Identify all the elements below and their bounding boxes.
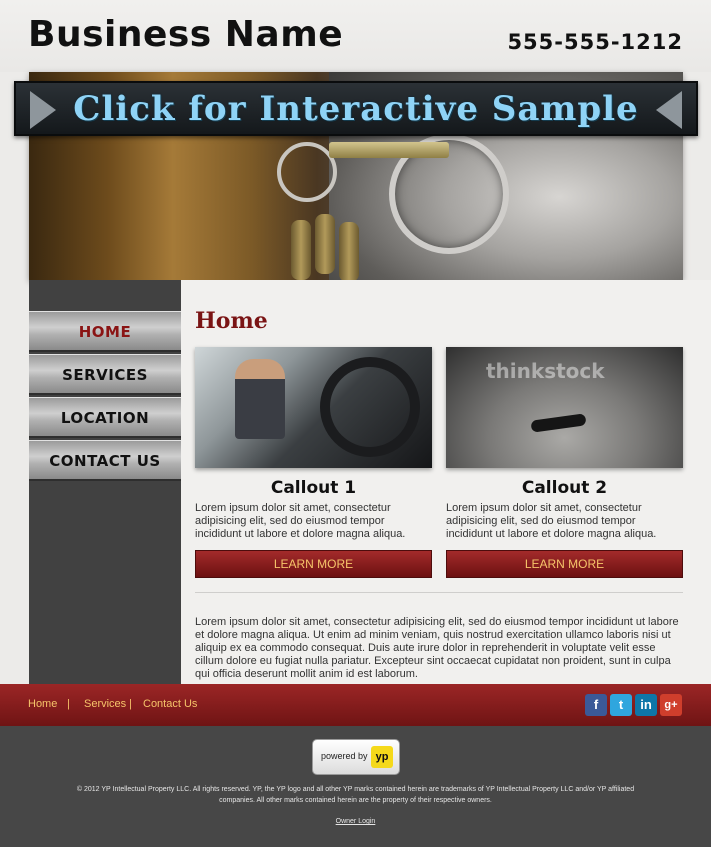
footer-separator: | bbox=[129, 698, 132, 710]
body-paragraph: Lorem ipsum dolor sit amet, consectetur … bbox=[195, 616, 679, 680]
owner-login-link[interactable]: Owner Login bbox=[0, 818, 711, 825]
callout-2-image: thinkstock bbox=[446, 347, 683, 468]
twitter-icon[interactable]: t bbox=[610, 694, 632, 716]
callout-2-text: Lorem ipsum dolor sit amet, consectetur … bbox=[446, 502, 657, 540]
powered-by-yp-badge[interactable]: powered by yp bbox=[312, 739, 400, 775]
key-graphic bbox=[329, 142, 449, 158]
legal-text: © 2012 YP Intellectual Property LLC. All… bbox=[76, 786, 635, 804]
content-divider bbox=[195, 592, 683, 593]
phone-number: 555-555-1212 bbox=[507, 30, 683, 54]
google-plus-icon[interactable]: g+ bbox=[660, 694, 682, 716]
callout-1-image bbox=[195, 347, 432, 468]
footer-link-services[interactable]: Services bbox=[84, 698, 126, 710]
key-graphic bbox=[315, 214, 335, 274]
sidebar-item-services[interactable]: SERVICES bbox=[29, 354, 181, 395]
powered-by-label: powered by bbox=[321, 751, 368, 761]
thinkstock-watermark: thinkstock bbox=[486, 359, 605, 383]
callout-1-title: Callout 1 bbox=[270, 478, 357, 498]
footer-link-home[interactable]: Home bbox=[28, 698, 57, 710]
key-ring-graphic bbox=[277, 142, 337, 202]
callout-1: Callout 1 Lorem ipsum dolor sit amet, co… bbox=[195, 347, 432, 578]
footer-link-contact-us[interactable]: Contact Us bbox=[143, 698, 197, 710]
callout-2-learn-more-button[interactable]: LEARN MORE bbox=[446, 550, 683, 578]
sidebar-item-contact-us[interactable]: CONTACT US bbox=[29, 440, 181, 481]
key-graphic bbox=[339, 222, 359, 280]
callout-2-title: Callout 2 bbox=[521, 478, 608, 498]
callout-1-learn-more-button[interactable]: LEARN MORE bbox=[195, 550, 432, 578]
sidebar-item-location[interactable]: LOCATION bbox=[29, 397, 181, 438]
arrow-right-icon bbox=[656, 91, 682, 129]
page-title: Home bbox=[195, 308, 268, 334]
callout-1-text: Lorem ipsum dolor sit amet, consectetur … bbox=[195, 502, 406, 540]
sidebar: HOME SERVICES LOCATION CONTACT US bbox=[29, 280, 181, 684]
steering-wheel-graphic bbox=[320, 357, 420, 457]
interactive-sample-banner[interactable]: Click for Interactive Sample bbox=[14, 81, 698, 136]
banner-text: Click for Interactive Sample bbox=[73, 89, 639, 129]
footer-nav-bar: Home | Services | Contact Us f t in g+ bbox=[0, 684, 711, 726]
header: Business Name 555-555-1212 bbox=[0, 0, 711, 72]
sidebar-item-home[interactable]: HOME bbox=[29, 311, 181, 352]
footer-separator: | bbox=[67, 698, 70, 710]
key-graphic bbox=[291, 220, 311, 280]
callout-2: thinkstock Callout 2 Lorem ipsum dolor s… bbox=[446, 347, 683, 578]
person-graphic bbox=[235, 359, 285, 439]
yp-logo-icon: yp bbox=[371, 746, 393, 768]
facebook-icon[interactable]: f bbox=[585, 694, 607, 716]
linkedin-icon[interactable]: in bbox=[635, 694, 657, 716]
car-key-graphic bbox=[530, 413, 587, 433]
business-name: Business Name bbox=[28, 14, 344, 55]
